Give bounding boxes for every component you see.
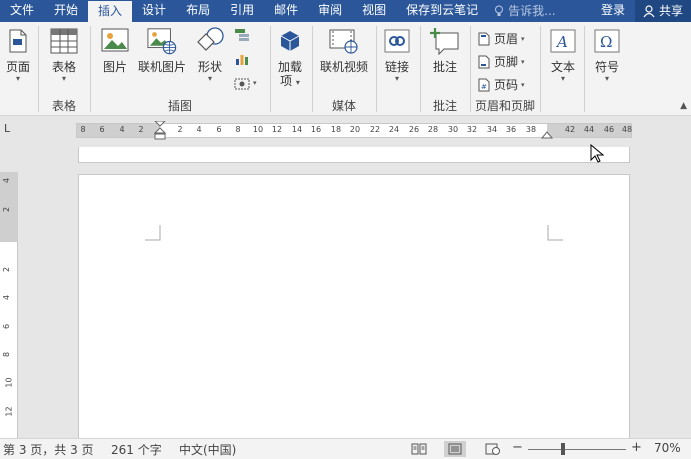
word-window: 文件 开始 插入 设计 布局 引用 邮件 审阅 视图 保存到云笔记 告诉我...… <box>0 0 691 459</box>
indent-markers-icon[interactable] <box>154 121 166 141</box>
tab-layout[interactable]: 布局 <box>176 0 220 22</box>
table-group: 表格 ▾ 表格 <box>40 22 88 116</box>
svg-text:#: # <box>481 83 487 91</box>
svg-text:Ω: Ω <box>600 33 612 51</box>
tab-insert[interactable]: 插入 <box>88 1 133 22</box>
online-picture-button[interactable]: 联机图片 <box>138 26 186 74</box>
tab-references[interactable]: 引用 <box>220 0 264 22</box>
tell-me-placeholder: 告诉我... <box>508 4 556 18</box>
tab-mailings[interactable]: 邮件 <box>264 0 308 22</box>
illustrations-group-label: 插图 <box>167 99 192 113</box>
vertical-ruler[interactable]: 4 2 2 4 6 8 10 12 <box>0 172 18 438</box>
web-layout-icon <box>485 443 500 455</box>
tab-stop-selector[interactable]: L <box>0 118 18 142</box>
crop-mark-top-left <box>145 225 161 241</box>
read-mode-button[interactable] <box>408 441 430 457</box>
shapes-button[interactable]: 形状 ▾ <box>192 26 228 84</box>
book-icon <box>411 443 427 455</box>
text-button[interactable]: A 文本 ▾ <box>544 26 582 84</box>
smartart-button[interactable] <box>234 28 250 42</box>
online-video-icon <box>329 26 359 56</box>
screenshot-icon <box>234 78 250 90</box>
ribbon-insert: 页面 ▾ 表格 ▾ 表格 图片 联机图片 形状 ▾ ▾ 插图 加载 项 ▾ 联机… <box>0 22 691 116</box>
print-layout-button[interactable] <box>444 441 466 457</box>
tab-save-to-cloud[interactable]: 保存到云笔记 <box>396 0 488 22</box>
chart-button[interactable] <box>234 52 250 66</box>
picture-button[interactable]: 图片 <box>98 26 132 74</box>
horizontal-ruler[interactable]: 8 6 4 2 2 4 6 8 10 12 14 16 18 20 22 24 … <box>76 121 632 141</box>
previous-page-bottom <box>78 147 630 163</box>
share-button[interactable]: 共享 <box>634 0 691 22</box>
illustrations-group: 图片 联机图片 形状 ▾ ▾ 插图 <box>92 22 268 116</box>
word-count[interactable]: 261 个字 <box>111 441 162 458</box>
footer-icon <box>478 55 490 68</box>
zoom-out-button[interactable]: − <box>512 440 523 455</box>
table-icon <box>49 26 79 56</box>
header-button[interactable]: 页眉 ▾ <box>478 30 525 47</box>
document-page[interactable] <box>78 174 630 440</box>
tab-view[interactable]: 视图 <box>352 0 396 22</box>
page-number-button[interactable]: # 页码 ▾ <box>478 76 525 93</box>
pages-button[interactable]: 页面 ▾ <box>2 26 34 84</box>
zoom-slider-thumb[interactable] <box>561 443 565 455</box>
header-footer-group-label: 页眉和页脚 <box>474 99 535 113</box>
header-icon <box>478 32 490 45</box>
comments-group: 批注 批注 <box>422 22 468 116</box>
comment-button[interactable]: 批注 <box>428 26 462 74</box>
collapse-ribbon-icon[interactable]: ▲ <box>680 101 687 111</box>
media-group: 联机视频 媒体 <box>314 22 374 116</box>
svg-text:A: A <box>555 33 568 51</box>
page-number-icon: # <box>478 78 490 91</box>
status-bar: 第 3 页，共 3 页 261 个字 中文(中国) − + 70% <box>0 438 691 459</box>
table-group-label: 表格 <box>51 99 76 113</box>
picture-icon <box>100 26 130 56</box>
table-button[interactable]: 表格 ▾ <box>48 26 80 84</box>
comments-group-label: 批注 <box>432 99 457 113</box>
addins-button[interactable]: 加载项 ▾ <box>272 26 308 88</box>
zoom-level[interactable]: 70% <box>654 441 681 455</box>
right-indent-marker-icon[interactable] <box>541 129 553 139</box>
tell-me-search[interactable]: 告诉我... <box>488 0 561 22</box>
page-count[interactable]: 第 3 页，共 3 页 <box>3 441 94 458</box>
smartart-icon <box>235 29 249 41</box>
person-icon <box>643 4 655 17</box>
share-label: 共享 <box>658 4 683 18</box>
tab-home[interactable]: 开始 <box>44 0 88 22</box>
lightbulb-icon <box>495 5 504 16</box>
links-button[interactable]: 链接 ▾ <box>378 26 416 84</box>
footer-button[interactable]: 页脚 ▾ <box>478 53 525 70</box>
mouse-pointer-icon <box>590 144 604 163</box>
omega-icon: Ω <box>592 26 622 56</box>
header-footer-group: 页眉 ▾ 页脚 ▾ # 页码 ▾ 页眉和页脚 <box>472 22 538 116</box>
online-video-button[interactable]: 联机视频 <box>318 26 370 74</box>
addins-icon <box>275 26 305 56</box>
screenshot-button[interactable]: ▾ <box>234 76 257 90</box>
media-group-label: 媒体 <box>331 99 356 113</box>
ribbon-tab-bar: 文件 开始 插入 设计 布局 引用 邮件 审阅 视图 保存到云笔记 告诉我...… <box>0 0 691 22</box>
text-box-icon: A <box>548 26 578 56</box>
online-picture-icon <box>147 26 177 56</box>
tab-file[interactable]: 文件 <box>0 0 44 22</box>
comment-icon <box>430 26 460 56</box>
page-layout-icon <box>448 443 462 455</box>
tab-review[interactable]: 审阅 <box>308 0 352 22</box>
link-icon <box>382 26 412 56</box>
zoom-in-button[interactable]: + <box>631 440 642 455</box>
shapes-icon <box>195 26 225 56</box>
login-button[interactable]: 登录 <box>591 0 635 22</box>
crop-mark-top-right <box>547 225 563 241</box>
tab-design[interactable]: 设计 <box>132 0 176 22</box>
language-indicator[interactable]: 中文(中国) <box>179 441 236 458</box>
page-icon <box>3 26 33 56</box>
symbols-button[interactable]: Ω 符号 ▾ <box>588 26 626 84</box>
web-layout-button[interactable] <box>482 441 504 457</box>
zoom-slider[interactable] <box>528 449 626 450</box>
bar-chart-icon <box>236 55 248 65</box>
